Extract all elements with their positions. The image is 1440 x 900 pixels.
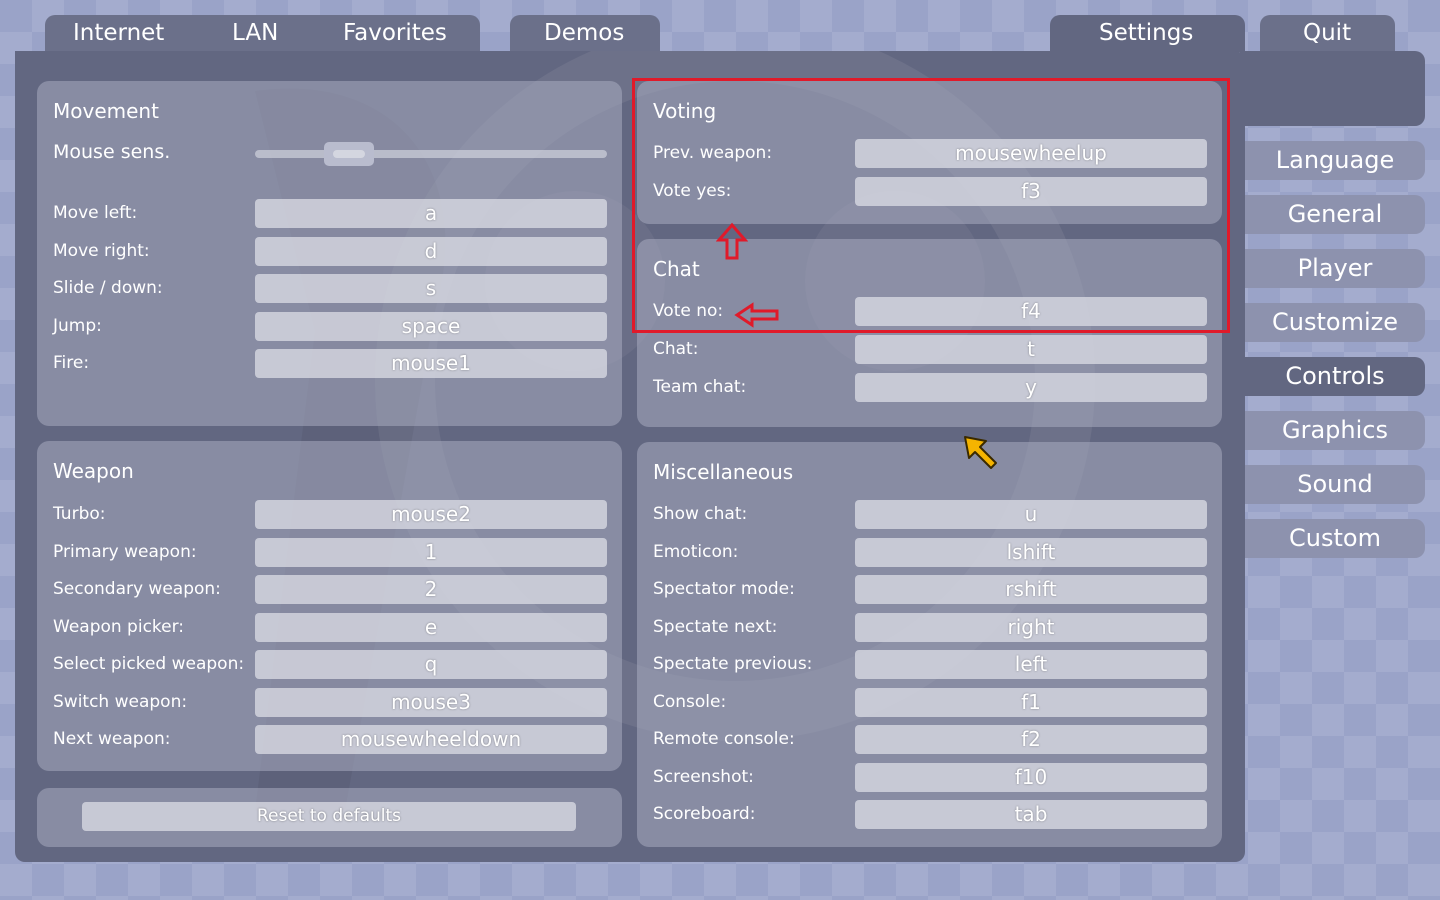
weapon-label: Next weapon: xyxy=(53,729,171,749)
movement-section: Movement Mouse sens. Move left: a Move rig… xyxy=(37,81,622,426)
tab-settings-label: Settings xyxy=(1099,20,1194,46)
voting-keybind-button[interactable]: f3 xyxy=(855,177,1207,206)
weapon-keybind-button[interactable]: mousewheeldown xyxy=(255,725,607,754)
sidebar-item-player[interactable]: Player xyxy=(1245,249,1425,288)
movement-label: Fire: xyxy=(53,353,90,373)
movement-keybind-button[interactable]: d xyxy=(255,236,607,266)
misc-keybind-button[interactable]: left xyxy=(855,650,1207,679)
chat-label: Chat: xyxy=(653,339,699,359)
voting-keybind-button[interactable]: mousewheelup xyxy=(855,139,1207,168)
misc-keybind-button[interactable]: u xyxy=(855,500,1207,529)
tab-lan[interactable]: LAN xyxy=(232,15,278,51)
weapon-keybind-button[interactable]: 1 xyxy=(255,537,607,567)
misc-title: Miscellaneous xyxy=(653,460,794,484)
weapon-label: Primary weapon: xyxy=(53,541,197,562)
sidebar-item-customize[interactable]: Customize xyxy=(1245,303,1425,342)
weapon-keybind-button[interactable]: mouse2 xyxy=(255,500,607,529)
misc-label: Console: xyxy=(653,691,727,712)
tab-quit-label: Quit xyxy=(1303,20,1352,46)
movement-title: Movement xyxy=(53,99,159,123)
tab-quit[interactable]: Quit xyxy=(1260,15,1395,52)
weapon-keybind-button[interactable]: mouse3 xyxy=(255,687,607,717)
weapon-keybind-button[interactable]: 2 xyxy=(255,575,607,604)
tab-demos-label: Demos xyxy=(544,20,625,46)
misc-label: Remote console: xyxy=(653,729,795,749)
misc-label: Screenshot: xyxy=(653,766,754,787)
weapon-title: Weapon xyxy=(53,459,134,483)
weapon-keybind-button[interactable]: e xyxy=(255,612,607,642)
chat-keybind-button[interactable]: t xyxy=(855,335,1207,364)
tab-demos[interactable]: Demos xyxy=(510,15,660,52)
sidebar-item-general[interactable]: General xyxy=(1245,195,1425,234)
misc-keybind-button[interactable]: right xyxy=(855,612,1207,642)
weapon-label: Weapon picker: xyxy=(53,616,185,637)
misc-label: Spectate next: xyxy=(653,616,778,637)
voting-label: Prev. weapon: xyxy=(653,143,773,163)
chat-label: Team chat: xyxy=(653,377,747,397)
weapon-keybind-button[interactable]: q xyxy=(255,650,607,679)
movement-label: Jump: xyxy=(53,315,102,336)
chat-keybind-button[interactable]: y xyxy=(855,373,1207,402)
settings-panel-extension xyxy=(1240,51,1425,126)
tab-favorites[interactable]: Favorites xyxy=(343,15,447,51)
weapon-section: Weapon Turbo: mouse2 Primary weapon: 1 Secon… xyxy=(37,441,622,771)
mouse-cursor-icon xyxy=(964,436,997,469)
mouse-sens-label: Mouse sens. xyxy=(53,141,171,163)
misc-keybind-button[interactable]: f10 xyxy=(855,762,1207,792)
chat-keybind-button[interactable]: f4 xyxy=(855,297,1207,326)
misc-keybind-button[interactable]: rshift xyxy=(855,575,1207,604)
misc-label: Emoticon: xyxy=(653,541,739,562)
reset-section: Reset to defaults xyxy=(37,788,622,847)
tab-group-browser: Internet LAN Favorites xyxy=(45,15,480,52)
tab-internet[interactable]: Internet xyxy=(73,15,164,51)
chat-section: Chat Vote no: f4 Chat: t Team chat: y xyxy=(637,239,1222,427)
movement-label: Slide / down: xyxy=(53,278,163,298)
sidebar-item-custom[interactable]: Custom xyxy=(1245,519,1425,558)
movement-keybind-button[interactable]: s xyxy=(255,274,607,303)
voting-section: Voting Prev. weapon: mousewheelup Vote yes… xyxy=(637,81,1222,224)
movement-label: Move left: xyxy=(53,203,138,223)
mouse-sens-slider[interactable] xyxy=(255,142,607,166)
misc-section: Miscellaneous Show chat: u Emoticon: lshift… xyxy=(637,442,1222,847)
weapon-label: Secondary weapon: xyxy=(53,579,221,599)
tab-settings[interactable]: Settings xyxy=(1050,15,1245,52)
weapon-label: Switch weapon: xyxy=(53,691,188,712)
chat-label: Vote no: xyxy=(653,301,724,321)
misc-keybind-button[interactable]: lshift xyxy=(855,537,1207,567)
movement-keybind-button[interactable]: mouse1 xyxy=(255,349,607,378)
voting-title: Voting xyxy=(653,99,717,123)
misc-label: Spectator mode: xyxy=(653,579,795,599)
misc-keybind-button[interactable]: f2 xyxy=(855,725,1207,754)
movement-keybind-button[interactable]: a xyxy=(255,199,607,228)
sidebar-item-language[interactable]: Language xyxy=(1245,141,1425,180)
movement-label: Move right: xyxy=(53,240,150,261)
sidebar-item-graphics[interactable]: Graphics xyxy=(1245,411,1425,450)
misc-label: Spectate previous: xyxy=(653,654,813,674)
misc-label: Show chat: xyxy=(653,504,748,524)
misc-keybind-button[interactable]: tab xyxy=(855,800,1207,829)
weapon-label: Select picked weapon: xyxy=(53,654,245,674)
chat-title: Chat xyxy=(653,257,700,281)
movement-keybind-button[interactable]: space xyxy=(255,311,607,341)
misc-label: Scoreboard: xyxy=(653,804,756,824)
reset-to-defaults-button[interactable]: Reset to defaults xyxy=(82,802,576,831)
sidebar-item-controls[interactable]: Controls xyxy=(1245,357,1425,396)
sidebar-item-sound[interactable]: Sound xyxy=(1245,465,1425,504)
misc-keybind-button[interactable]: f1 xyxy=(855,687,1207,717)
weapon-label: Turbo: xyxy=(53,504,106,524)
mouse-sens-slider-handle[interactable] xyxy=(324,142,375,166)
voting-label: Vote yes: xyxy=(653,181,732,201)
